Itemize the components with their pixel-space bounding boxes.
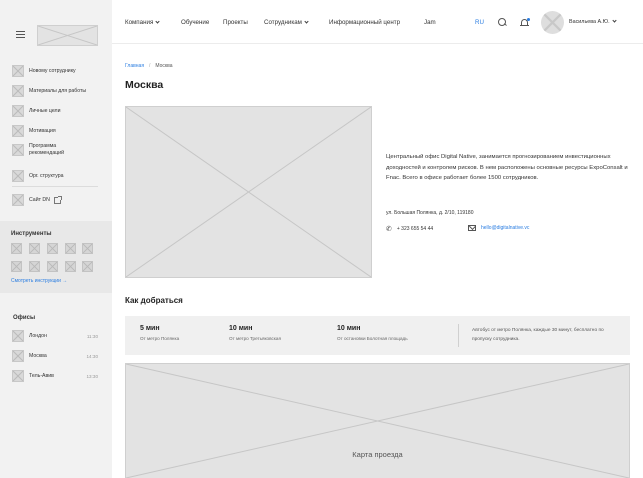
office-time: 13:30 [86, 373, 99, 379]
route-item: 10 мин От метро Третьяковская [229, 325, 281, 341]
route-map[interactable]: Карта проезда [125, 363, 630, 478]
nav-label: Сотрудникам [264, 19, 302, 26]
sidebar-item-personal-goals[interactable]: Личные цели [12, 105, 106, 117]
sidebar-item-label: Орг. структура [29, 172, 64, 179]
logo[interactable] [37, 25, 98, 46]
language-switcher[interactable]: RU [475, 19, 484, 26]
placeholder-icon [12, 105, 24, 117]
sidebar-item-org-structure[interactable]: Орг. структура [12, 170, 106, 182]
avatar[interactable] [541, 11, 564, 34]
nav-item-company[interactable]: Компания [125, 18, 160, 26]
nav-item-jam[interactable]: Jam [424, 19, 436, 26]
sidebar-item-label: Личные цели [29, 107, 61, 114]
route-origin: От остановки Болотная площадь [337, 336, 408, 341]
tool-icon[interactable] [11, 261, 22, 272]
nav-item-training[interactable]: Обучение [181, 19, 209, 26]
chevron-down-icon [304, 18, 309, 24]
page-title: Москва [125, 79, 164, 91]
route-origin: От метро Полянка [140, 336, 180, 341]
divider [12, 186, 98, 187]
bus-note: Автобус от метро Полянка, каждые 30 мину… [472, 328, 604, 342]
phone-number: + 323 655 54 44 [396, 226, 434, 232]
office-item-moscow[interactable]: Москва 14:30 [12, 350, 98, 362]
breadcrumb-current: Москва [155, 63, 173, 69]
placeholder-icon [12, 144, 24, 156]
chevron-down-icon [155, 18, 160, 24]
office-email-link[interactable]: hello@digitalnative.vc [481, 225, 529, 231]
route-time: 5 мин [140, 325, 160, 332]
tool-icon[interactable] [82, 261, 93, 272]
tool-icon[interactable] [29, 261, 40, 272]
office-description: Центральный офис Digital Native, занимае… [386, 154, 628, 181]
sidebar-item-site-dn[interactable]: Сайт DN [12, 194, 106, 206]
sidebar-item-label: Новому сотруднику [29, 67, 76, 74]
route-item: 5 мин От метро Полянка [140, 325, 179, 341]
tool-icon[interactable] [29, 243, 40, 254]
tool-icon[interactable] [47, 261, 58, 272]
sidebar-item-label: Сайт DN [29, 196, 50, 203]
notification-dot [526, 17, 530, 21]
sidebar-item-label: Мотивация [29, 127, 56, 134]
placeholder-icon [12, 65, 24, 77]
office-phone[interactable]: ✆ + 323 655 54 44 [386, 225, 433, 233]
tools-instructions-link[interactable]: Смотреть инструкции → [11, 278, 67, 284]
office-name: Тель-Авив [29, 373, 54, 379]
office-time: 14:30 [86, 353, 99, 359]
placeholder-icon [12, 370, 24, 382]
office-name: Москва [29, 353, 47, 359]
placeholder-icon [12, 85, 24, 97]
sidebar-item-referral-program[interactable]: Программа рекомендаций [12, 143, 106, 157]
search-icon[interactable] [498, 18, 507, 27]
chevron-down-icon [611, 17, 617, 23]
menu-icon[interactable] [16, 31, 25, 39]
sidebar-item-materials[interactable]: Материалы для работы [12, 85, 106, 97]
divider [458, 324, 459, 347]
sidebar: Новому сотруднику Материалы для работы Л… [0, 0, 112, 478]
nav-label: Компания [125, 19, 154, 26]
external-link-icon [53, 195, 62, 204]
placeholder-icon [12, 350, 24, 362]
route-origin: От метро Третьяковская [229, 336, 281, 341]
phone-icon: ✆ [386, 226, 392, 233]
tool-icon[interactable] [47, 243, 58, 254]
nav-item-projects[interactable]: Проекты [223, 19, 248, 26]
nav-item-info-center[interactable]: Информационный центр [329, 19, 400, 26]
tool-icon[interactable] [65, 243, 76, 254]
route-time: 10 мин [229, 325, 253, 332]
tool-icon[interactable] [65, 261, 76, 272]
map-label: Карта проезда [352, 450, 403, 459]
sidebar-item-label: Программа рекомендаций [29, 143, 64, 156]
bell-icon[interactable] [520, 17, 530, 28]
route-time: 10 мин [337, 325, 361, 332]
mail-icon [468, 225, 476, 231]
route-item: 10 мин От остановки Болотная площадь [337, 325, 408, 341]
office-time: 11:30 [86, 333, 98, 339]
placeholder-icon [12, 194, 24, 206]
office-name: Лондон [29, 333, 47, 339]
user-name: Васильева А.Ю. [569, 19, 610, 25]
nav-item-employees[interactable]: Сотрудникам [264, 18, 309, 26]
offices-title: Офисы [13, 315, 36, 321]
office-address: ул. Большая Полянка, д. 2/10, 119180 [386, 210, 474, 216]
placeholder-icon [12, 125, 24, 137]
directions-title: Как добраться [125, 296, 183, 305]
placeholder-icon [12, 330, 24, 342]
tool-icon[interactable] [11, 243, 22, 254]
office-photo [125, 106, 372, 278]
sidebar-item-motivation[interactable]: Мотивация [12, 125, 106, 137]
user-menu[interactable]: Васильева А.Ю. [569, 17, 617, 25]
tools-title: Инструменты [11, 231, 52, 237]
sidebar-item-label: Материалы для работы [29, 87, 87, 94]
office-item-tel-aviv[interactable]: Тель-Авив 13:30 [12, 370, 98, 382]
office-item-london[interactable]: Лондон 11:30 [12, 330, 98, 342]
placeholder-icon [12, 170, 24, 182]
tool-icon[interactable] [82, 243, 93, 254]
sidebar-item-new-employee[interactable]: Новому сотруднику [12, 65, 106, 77]
breadcrumb-home[interactable]: Главная [125, 63, 144, 69]
breadcrumb: Главная / Москва [125, 63, 173, 69]
breadcrumb-separator: / [149, 63, 151, 69]
